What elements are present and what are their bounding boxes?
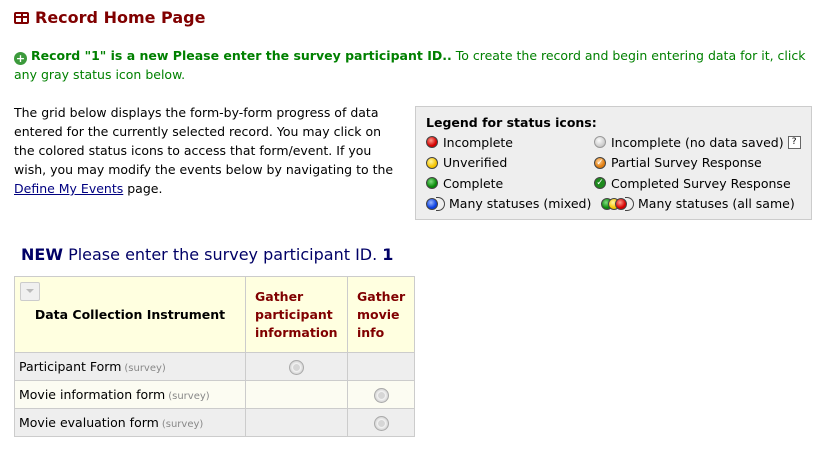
collapse-button[interactable] bbox=[20, 282, 40, 301]
intro-body: The grid below displays the form-by-form… bbox=[14, 105, 394, 177]
page-title: Record Home Page bbox=[14, 8, 205, 27]
incomplete-status-icon bbox=[426, 136, 438, 149]
form-name: Movie evaluation form bbox=[19, 415, 159, 430]
legend-unverified: Unverified bbox=[443, 155, 508, 171]
unverified-status-icon bbox=[426, 156, 438, 169]
form-name-cell: Participant Form (survey) bbox=[14, 352, 246, 381]
new-label: NEW bbox=[21, 245, 63, 264]
form-name: Participant Form bbox=[19, 359, 122, 374]
partial-survey-icon: ✓ bbox=[594, 156, 606, 169]
add-circle-icon: + bbox=[14, 52, 27, 65]
event-header-gather-participant: Gather participant information bbox=[245, 276, 348, 353]
instrument-header-text: Data Collection Instrument bbox=[34, 307, 226, 322]
legend-completed-survey: Completed Survey Response bbox=[611, 175, 791, 191]
gray-status-icon[interactable] bbox=[289, 359, 304, 375]
table-row: Movie evaluation form (survey) bbox=[14, 408, 416, 437]
completed-survey-icon: ✓ bbox=[594, 177, 606, 190]
survey-tag: (survey) bbox=[124, 363, 166, 374]
legend-incomplete: Incomplete bbox=[443, 134, 513, 150]
define-events-link[interactable]: Define My Events bbox=[14, 181, 123, 196]
form-name-cell: Movie information form (survey) bbox=[14, 380, 246, 409]
mixed-status-icon bbox=[426, 196, 445, 211]
gray-status-icon[interactable] bbox=[373, 387, 389, 403]
page-title-text: Record Home Page bbox=[35, 8, 206, 27]
legend-mixed: Many statuses (mixed) bbox=[449, 196, 592, 212]
table-row: Participant Form (survey) bbox=[14, 352, 416, 381]
status-legend: Legend for status icons: Incomplete Inco… bbox=[415, 106, 812, 220]
event-header-gather-movie: Gather movie info bbox=[346, 276, 416, 353]
legend-title: Legend for status icons: bbox=[426, 115, 597, 130]
help-icon[interactable]: ? bbox=[787, 135, 801, 149]
no-data-status-icon bbox=[594, 136, 606, 149]
form-name: Movie information form bbox=[19, 387, 166, 402]
new-record-notice: + Record "1" is a new Please enter the su… bbox=[14, 46, 809, 84]
complete-status-icon bbox=[426, 177, 438, 190]
intro-after: page. bbox=[123, 181, 163, 196]
survey-tag: (survey) bbox=[168, 391, 210, 402]
gray-status-icon[interactable] bbox=[373, 415, 389, 431]
status-cell bbox=[346, 380, 416, 409]
intro-text: The grid below displays the form-by-form… bbox=[14, 103, 394, 198]
status-cell bbox=[346, 408, 416, 437]
all-same-status-icon bbox=[601, 196, 634, 211]
table-row: Movie information form (survey) bbox=[14, 380, 416, 409]
status-cell bbox=[346, 352, 416, 381]
record-id-label: Please enter the survey participant ID. bbox=[68, 245, 378, 264]
status-cell bbox=[245, 408, 348, 437]
status-cell bbox=[245, 380, 348, 409]
legend-partial: Partial Survey Response bbox=[611, 155, 762, 171]
legend-complete: Complete bbox=[443, 175, 504, 191]
legend-incomplete-nodata: Incomplete (no data saved) bbox=[611, 134, 784, 150]
status-cell bbox=[245, 352, 348, 381]
record-heading: NEW Please enter the survey participant … bbox=[21, 245, 393, 264]
table-icon bbox=[14, 11, 29, 24]
instrument-header: Data Collection Instrument bbox=[14, 276, 246, 353]
record-id-value: 1 bbox=[382, 245, 394, 264]
event-grid-table: Data Collection Instrument Gather partic… bbox=[14, 276, 416, 437]
survey-tag: (survey) bbox=[161, 419, 204, 430]
notice-bold: Record "1" is a new Please enter the sur… bbox=[31, 48, 452, 63]
form-name-cell: Movie evaluation form (survey) bbox=[14, 408, 246, 437]
legend-same: Many statuses (all same) bbox=[638, 196, 795, 212]
